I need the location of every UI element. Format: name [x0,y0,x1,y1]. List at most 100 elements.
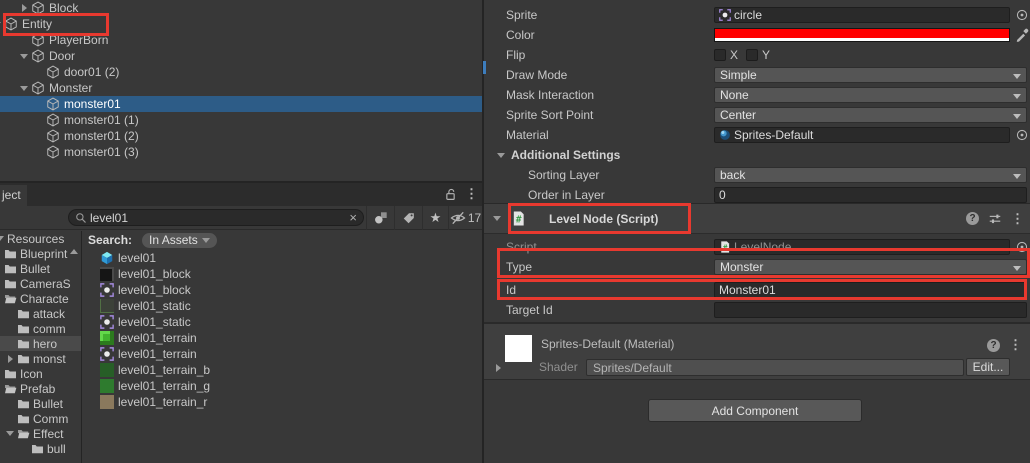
shader-dropdown[interactable]: Sprites/Default [586,359,964,376]
material-thumbnail [505,335,532,362]
hierarchy-item-monster[interactable]: Monster [0,80,482,96]
folder-item-resources[interactable]: Resources [0,231,81,246]
folder-item-blueprint[interactable]: Blueprint [0,246,81,261]
asset-item[interactable]: level01 [83,250,482,266]
collapse-arrow-icon[interactable] [3,431,17,436]
flip-x-checkbox[interactable] [714,49,726,61]
folder-item-prefab[interactable]: Prefab [0,381,81,396]
folder-icon [31,443,44,454]
expand-arrow-icon[interactable] [17,4,31,12]
folder-item-bull[interactable]: bull [0,441,81,456]
eyedropper-icon[interactable] [1015,28,1029,42]
help-icon[interactable]: ? [966,212,979,225]
object-picker-icon[interactable] [1015,128,1029,142]
help-icon[interactable]: ? [987,339,1000,352]
folder-item-bullet2[interactable]: Bullet [0,396,81,411]
folder-label: attack [33,307,65,321]
hierarchy-item-monster01-2[interactable]: monster01 (2) [0,128,482,144]
folder-item-icon[interactable]: Icon [0,366,81,381]
expand-arrow-icon[interactable] [3,355,17,363]
asset-item[interactable]: level01_terrain_b [83,362,482,378]
gameobject-cube-icon [31,33,45,47]
hidden-count-button[interactable]: 17 [448,206,482,230]
order-in-layer-input[interactable]: 0 [714,187,1027,203]
additional-settings-header[interactable]: Additional Settings [511,148,620,162]
component-menu-icon[interactable]: ⋮ [1011,211,1024,227]
folder-item-comm[interactable]: comm [0,321,81,336]
add-component-button[interactable]: Add Component [648,399,862,422]
presets-icon[interactable] [988,212,1002,226]
collapse-arrow-icon[interactable] [17,54,31,59]
folder-item-bullet[interactable]: Bullet [0,261,81,276]
folder-item-attack[interactable]: attack [0,306,81,321]
project-search-results: Search: In Assets level01 level01_block … [83,229,482,463]
expand-arrow-icon[interactable] [496,364,501,372]
asset-item[interactable]: level01_terrain_g [83,378,482,394]
folder-icon [17,353,30,364]
script-object-field[interactable]: LevelNode [714,239,1010,255]
collapse-arrow-icon[interactable] [0,236,7,241]
asset-item[interactable]: level01_static [83,298,482,314]
project-folder-tree: Resources Blueprint Bullet CameraS Chara… [0,231,82,463]
type-dropdown[interactable]: Monster [714,259,1027,275]
project-tab[interactable]: ject [0,185,27,206]
flip-y-checkbox[interactable] [746,49,758,61]
asset-item[interactable]: level01_block [83,266,482,282]
material-object-field[interactable]: Sprites-Default [714,127,1010,143]
asset-item[interactable]: level01_static [83,314,482,330]
sorting-layer-dropdown[interactable]: back [714,167,1027,183]
search-scope-dropdown[interactable]: In Assets [142,233,217,248]
hierarchy-item-monster01-3[interactable]: monster01 (3) [0,144,482,160]
hierarchy-item-block[interactable]: Block [0,0,482,16]
hierarchy-item-door01[interactable]: door01 (2) [0,64,482,80]
project-panel: ject ⋮ level01 × ★ 17 [0,183,482,463]
folder-item-characters[interactable]: Characte [0,291,81,306]
sprite-sort-point-dropdown[interactable]: Center [714,107,1027,123]
asset-item[interactable]: level01_terrain [83,330,482,346]
scroll-up-arrow[interactable] [70,235,78,249]
folder-item-comm2[interactable]: Comm [0,411,81,426]
hierarchy-item-door[interactable]: Door [0,48,482,64]
filter-by-label-button[interactable] [394,206,422,230]
object-picker-icon[interactable] [1015,240,1029,254]
hierarchy-item-monster01-selected[interactable]: monster01 [0,96,482,112]
draw-mode-dropdown[interactable]: Simple [714,67,1027,83]
color-swatch[interactable] [714,28,1010,42]
asset-item[interactable]: level01_terrain_r [83,394,482,410]
collapse-arrow-icon[interactable] [17,86,31,91]
gameobject-cube-icon [46,129,60,143]
search-input[interactable]: level01 × [68,209,364,226]
foldout-arrow-icon[interactable] [493,216,501,221]
folder-item-effect[interactable]: Effect [0,426,81,441]
sprite-icon [100,283,114,297]
asset-item[interactable]: level01_block [83,282,482,298]
edit-shader-button[interactable]: Edit... [966,358,1010,376]
target-id-input[interactable] [714,302,1027,318]
favorites-button[interactable]: ★ [422,206,448,230]
folder-item-monst[interactable]: monst [0,351,81,366]
gameobject-cube-icon [31,49,45,63]
filter-by-type-button[interactable] [366,206,394,230]
panel-menu-icon[interactable]: ⋮ [465,186,478,202]
folder-icon [4,248,17,259]
material-menu-icon[interactable]: ⋮ [1009,337,1022,353]
hierarchy-item-label: Block [49,1,78,15]
foldout-arrow-icon[interactable] [497,153,505,158]
sprite-object-field[interactable]: circle [714,7,1010,23]
folder-item-hero-selected[interactable]: hero [0,336,81,351]
hierarchy-item-monster01-1[interactable]: monster01 (1) [0,112,482,128]
mask-interaction-dropdown[interactable]: None [714,87,1027,103]
hierarchy-item-playerborn[interactable]: PlayerBorn [0,32,482,48]
lock-open-icon[interactable] [444,188,457,201]
script-label: Script [484,240,714,254]
clear-search-icon[interactable]: × [349,211,357,224]
id-input[interactable]: Monster01 [714,282,1027,298]
asset-item[interactable]: level01_terrain [83,346,482,362]
shader-label: Shader [539,360,578,374]
hidden-count: 17 [468,211,481,225]
material-preview-section: Sprites-Default (Material) ? ⋮ Shader Sp… [484,322,1030,380]
hierarchy-item-entity[interactable]: Entity [0,16,482,32]
level-node-component-header[interactable]: Level Node (Script) ? ⋮ [484,203,1030,234]
folder-item-cameras[interactable]: CameraS [0,276,81,291]
object-picker-icon[interactable] [1015,8,1029,22]
